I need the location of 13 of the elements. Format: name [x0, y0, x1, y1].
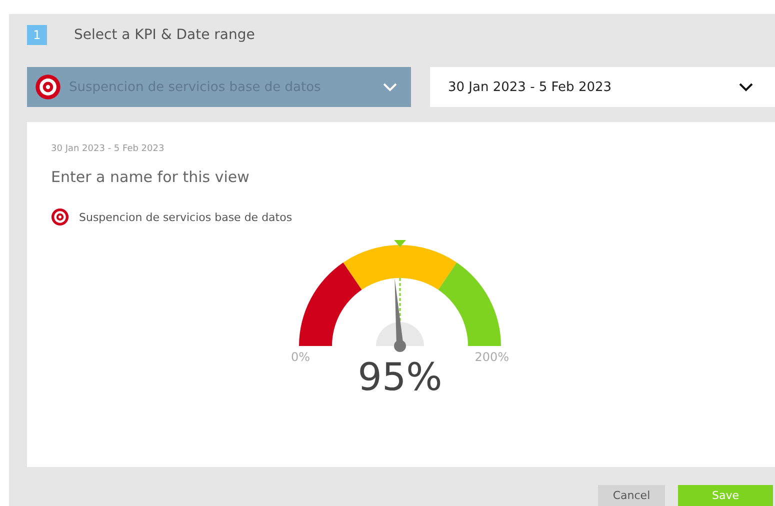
date-range-text: 30 Jan 2023 - 5 Feb 2023 [51, 144, 166, 154]
gauge-max-label: 200% [474, 350, 509, 364]
kpi-name: Suspencion de servicios base de datos [79, 210, 292, 224]
date-range-dropdown[interactable]: 30 Jan 2023 - 5 Feb 2023 [430, 67, 775, 107]
step-number: 1 [27, 25, 47, 45]
cancel-button[interactable]: Cancel [598, 485, 665, 506]
target-icon [35, 74, 61, 100]
target-icon [51, 208, 69, 226]
chevron-down-icon [739, 82, 753, 92]
gauge-value: 95% [358, 358, 442, 396]
gauge-min-label: 0% [291, 350, 310, 364]
chevron-down-icon [383, 82, 397, 92]
step-title: Select a KPI & Date range [74, 27, 255, 43]
